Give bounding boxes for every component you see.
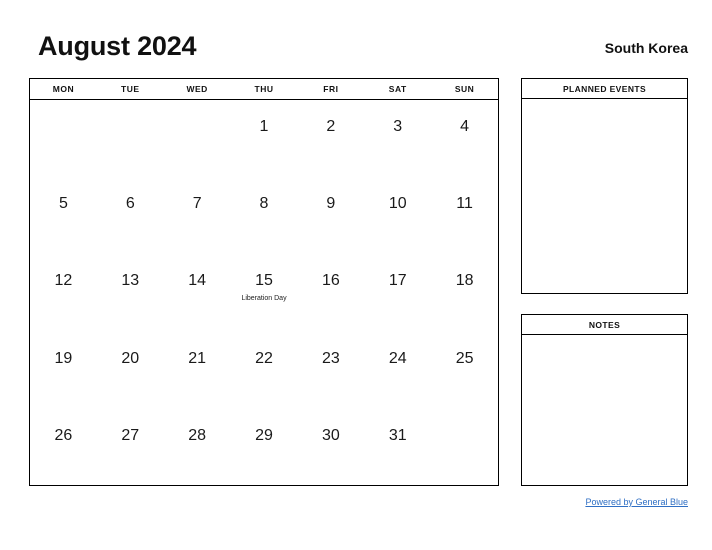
planned-events-body[interactable] xyxy=(522,99,687,294)
day-number: 13 xyxy=(121,272,140,290)
day-cell[interactable]: 18 xyxy=(431,254,498,331)
day-number: 9 xyxy=(326,195,336,213)
planned-events-panel: PLANNED EVENTS xyxy=(521,78,688,294)
weekday-header-thu: THU xyxy=(254,84,274,94)
day-cell-empty xyxy=(431,409,498,486)
day-cell[interactable]: 17 xyxy=(364,254,431,331)
day-number: 5 xyxy=(58,195,68,213)
day-cell[interactable]: 28 xyxy=(164,409,231,486)
day-cell[interactable]: 7 xyxy=(164,177,231,254)
day-cell[interactable]: 23 xyxy=(297,332,364,409)
day-number: 17 xyxy=(388,272,407,290)
weekday-header-sat: SAT xyxy=(388,84,407,94)
day-cell[interactable]: 29 xyxy=(231,409,298,486)
day-cell[interactable]: 5 xyxy=(30,177,97,254)
day-cell[interactable]: 12 xyxy=(30,254,97,331)
day-cell[interactable]: 9 xyxy=(297,177,364,254)
day-number: 31 xyxy=(388,426,407,444)
day-number: 26 xyxy=(54,426,73,444)
day-number: 4 xyxy=(460,118,470,135)
day-number: 19 xyxy=(54,349,73,367)
day-cell[interactable]: 21 xyxy=(164,332,231,409)
day-number: 20 xyxy=(121,349,140,367)
day-number: 25 xyxy=(455,349,474,367)
region-label: South Korea xyxy=(604,40,688,56)
day-cell[interactable]: 26 xyxy=(30,409,97,486)
calendar-week-row: 26 27 28 29 30 31 xyxy=(30,409,498,486)
day-number: 21 xyxy=(188,349,207,367)
day-cell[interactable]: 27 xyxy=(97,409,164,486)
day-number: 8 xyxy=(259,195,269,213)
weekday-header-wed: WED xyxy=(186,84,208,94)
day-cell[interactable]: 19 xyxy=(30,332,97,409)
day-number: 29 xyxy=(255,426,273,444)
day-number: 27 xyxy=(121,426,140,444)
day-cell[interactable]: 30 xyxy=(297,409,364,486)
page-title: August 2024 xyxy=(38,31,197,61)
notes-title: NOTES xyxy=(522,315,687,335)
day-cell[interactable]: 24 xyxy=(364,332,431,409)
day-cell[interactable]: 8 xyxy=(231,177,298,254)
day-cell[interactable]: 20 xyxy=(97,332,164,409)
day-cell[interactable]: 15 Liberation Day xyxy=(231,254,298,331)
day-cell[interactable]: 11 xyxy=(431,177,498,254)
day-cell[interactable]: 14 xyxy=(164,254,231,331)
day-cell[interactable]: 13 xyxy=(97,254,164,331)
day-number: 23 xyxy=(321,349,340,367)
day-cell[interactable]: 16 xyxy=(297,254,364,331)
weekday-header-tue: TUE xyxy=(121,84,140,94)
weekday-header-fri: FRI xyxy=(323,84,339,94)
day-number: 11 xyxy=(456,195,473,213)
day-number: 22 xyxy=(255,349,273,367)
notes-panel: NOTES xyxy=(521,314,688,486)
day-cell[interactable]: 22 xyxy=(231,332,298,409)
day-number: 18 xyxy=(455,272,474,290)
calendar-grid: MON TUE WED THU FRI SAT SUN 1 2 3 4 5 6 7 8 9 10 11 12 13 1… xyxy=(29,78,499,486)
day-number: 30 xyxy=(321,426,340,444)
calendar-weeks: 1 2 3 4 5 6 7 8 9 10 11 12 13 14 15 Liberation Day 16 17 1… xyxy=(30,100,498,486)
day-number: 16 xyxy=(321,272,340,290)
calendar-week-row: 1 2 3 4 xyxy=(30,100,498,177)
calendar-week-row: 19 20 21 22 23 24 25 xyxy=(30,332,498,409)
day-number: 3 xyxy=(393,118,403,135)
day-number: 6 xyxy=(125,195,135,213)
day-number: 14 xyxy=(188,272,207,290)
planned-events-title: PLANNED EVENTS xyxy=(522,79,687,99)
day-cell[interactable]: 1 xyxy=(231,100,298,177)
day-cell[interactable]: 2 xyxy=(297,100,364,177)
day-cell[interactable]: 6 xyxy=(97,177,164,254)
day-cell[interactable]: 31 xyxy=(364,409,431,486)
day-number: 12 xyxy=(54,272,73,290)
day-cell[interactable]: 10 xyxy=(364,177,431,254)
day-number: 24 xyxy=(388,349,407,367)
day-cell-empty xyxy=(164,100,231,177)
calendar-week-row: 12 13 14 15 Liberation Day 16 17 18 xyxy=(30,254,498,331)
day-cell[interactable]: 4 xyxy=(431,100,498,177)
notes-body[interactable] xyxy=(522,335,687,486)
day-number: 15 xyxy=(255,272,273,290)
weekday-header-sun: SUN xyxy=(454,84,475,94)
day-number: 1 xyxy=(259,118,269,135)
day-number: 7 xyxy=(192,195,202,213)
day-number: 28 xyxy=(188,426,207,444)
day-number: 10 xyxy=(388,195,407,213)
day-cell[interactable]: 3 xyxy=(364,100,431,177)
day-cell-empty xyxy=(30,100,97,177)
weekday-header-row: MON TUE WED THU FRI SAT SUN xyxy=(30,79,498,100)
day-cell[interactable]: 25 xyxy=(431,332,498,409)
powered-by-link[interactable]: Powered by General Blue xyxy=(585,498,688,507)
calendar-week-row: 5 6 7 8 9 10 11 xyxy=(30,177,498,254)
day-number: 2 xyxy=(326,118,336,135)
day-event-label: Liberation Day xyxy=(241,295,287,303)
day-cell-empty xyxy=(97,100,164,177)
weekday-header-mon: MON xyxy=(52,84,75,94)
